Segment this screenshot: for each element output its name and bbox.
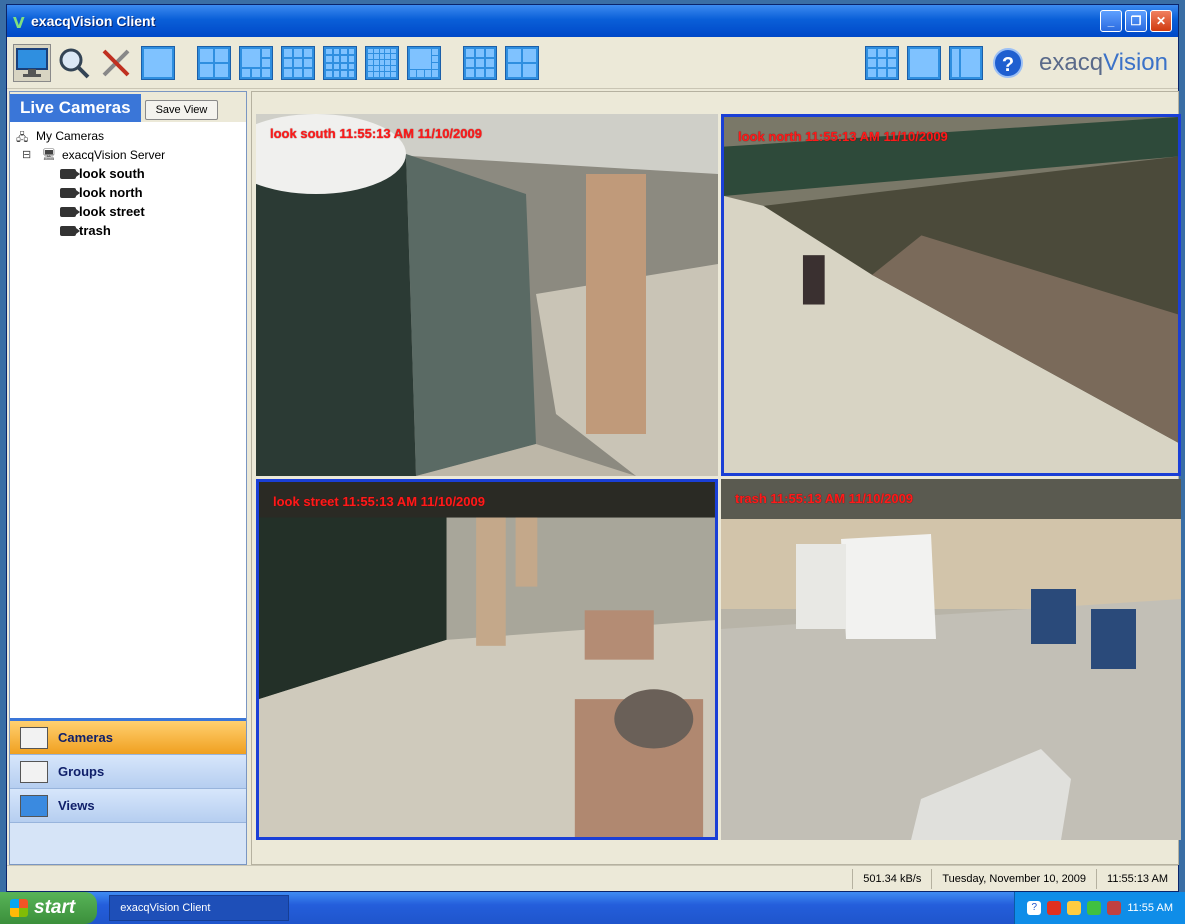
- camera-overlay-text: look south 11:55:13 AM 11/10/2009: [270, 126, 482, 141]
- camera-icon: [60, 225, 80, 236]
- fit-button[interactable]: [863, 44, 901, 82]
- camera-overlay-text: look north 11:55:13 AM 11/10/2009: [738, 129, 948, 144]
- camera-feed-image: [724, 117, 1178, 473]
- camera-icon: [20, 726, 48, 749]
- magnifier-icon: [59, 48, 90, 78]
- network-icon: 🖧: [16, 131, 29, 144]
- nav-views[interactable]: Views: [10, 789, 246, 823]
- toggle-panel-button[interactable]: [947, 44, 985, 82]
- layout-custom-icon: [407, 45, 441, 80]
- layout-wide-icon: [463, 45, 497, 80]
- close-button[interactable]: ✕: [1150, 10, 1172, 32]
- group-icon: [20, 760, 48, 783]
- layout-5x5-icon: [365, 45, 399, 80]
- camera-tree: 🖧 My Cameras ⊟ 🖥 exacqVision Server look…: [10, 122, 246, 244]
- panel-toggle-icon: [949, 45, 984, 80]
- status-date: Tuesday, November 10, 2009: [931, 868, 1096, 889]
- search-button[interactable]: [55, 44, 93, 82]
- status-time: 11:55:13 AM: [1096, 868, 1178, 889]
- tray-clock[interactable]: 11:55 AM: [1127, 902, 1173, 914]
- title-bar[interactable]: V exacqVision Client _ ❐ ✕: [7, 5, 1178, 37]
- layout-5x5-button[interactable]: [363, 44, 401, 82]
- layout-3x3-button[interactable]: [279, 44, 317, 82]
- camera-feed-image: [721, 479, 1181, 840]
- tree-camera-look-street[interactable]: look street: [16, 202, 240, 221]
- camera-icon: [60, 206, 80, 217]
- monitor-icon: [16, 47, 48, 77]
- fullscreen-icon: [907, 45, 942, 80]
- camera-overlay-text: trash 11:55:13 AM 11/10/2009: [735, 491, 914, 506]
- window-title: exacqVision Client: [31, 13, 156, 29]
- tree-camera-look-north[interactable]: look north: [16, 183, 240, 202]
- tree-camera-look-south[interactable]: look south: [16, 164, 240, 183]
- start-button[interactable]: start: [0, 892, 98, 924]
- layout-1plus5-icon: [239, 45, 273, 80]
- server-icon: 🖥: [42, 148, 56, 161]
- live-view-button[interactable]: [13, 43, 51, 82]
- status-rate: 501.34 kB/s: [852, 868, 931, 889]
- layout-1x1-button[interactable]: [139, 44, 177, 82]
- video-tile-look-north[interactable]: look north 11:55:13 AM 11/10/2009: [721, 114, 1181, 476]
- help-icon: ?: [993, 47, 1024, 78]
- sidebar: Live Cameras Save View 🖧 My Cameras ⊟ 🖥 …: [9, 91, 247, 865]
- camera-icon: [60, 187, 80, 198]
- layout-quad-button[interactable]: [503, 44, 541, 82]
- maximize-button[interactable]: ❐: [1125, 10, 1147, 32]
- windows-flag-icon: [10, 899, 28, 917]
- live-cameras-tab[interactable]: Live Cameras: [10, 94, 141, 122]
- layout-1plus5-button[interactable]: [237, 44, 275, 82]
- minimize-button[interactable]: _: [1100, 10, 1122, 32]
- views-icon: [20, 794, 48, 817]
- layout-4x4-button[interactable]: [321, 44, 359, 82]
- layout-wide-button[interactable]: [461, 44, 499, 82]
- config-button[interactable]: [97, 44, 135, 82]
- camera-icon: [60, 168, 80, 179]
- video-grid: look south 11:55:13 AM 11/10/2009 look n…: [256, 114, 1181, 840]
- taskbar-item-exacqvision[interactable]: exacqVision Client: [109, 895, 290, 921]
- camera-overlay-text: look street 11:55:13 AM 11/10/2009: [273, 494, 485, 509]
- video-tile-trash[interactable]: trash 11:55:13 AM 11/10/2009: [721, 479, 1181, 840]
- status-bar: 501.34 kB/s Tuesday, November 10, 2009 1…: [7, 865, 1178, 891]
- taskbar: start exacqVision Client ? 11:55 AM: [0, 892, 1185, 924]
- layout-3x3-icon: [281, 45, 315, 80]
- exacqvision-logo: exacqVision: [1039, 48, 1168, 76]
- video-tile-look-south[interactable]: look south 11:55:13 AM 11/10/2009: [256, 114, 718, 476]
- help-tray-icon[interactable]: ?: [1027, 901, 1042, 915]
- layout-custom-button[interactable]: [405, 44, 443, 82]
- layout-quad-icon: [505, 45, 539, 80]
- security-tray-icon[interactable]: [1047, 901, 1062, 915]
- tree-server[interactable]: ⊟ 🖥 exacqVision Server: [16, 145, 240, 164]
- tree-root[interactable]: 🖧 My Cameras: [16, 126, 240, 145]
- update-tray-icon[interactable]: [1087, 901, 1102, 915]
- collapse-icon[interactable]: ⊟: [22, 148, 38, 162]
- tools-icon: [102, 49, 130, 76]
- app-window: V exacqVision Client _ ❐ ✕ ? exacqVision…: [6, 4, 1181, 892]
- toolbar: ? exacqVision: [7, 37, 1178, 89]
- expand-arrows-icon: [865, 45, 900, 80]
- app-logo-icon: V: [13, 14, 25, 32]
- layout-4x4-icon: [323, 45, 357, 80]
- nav-cameras[interactable]: Cameras: [10, 721, 246, 755]
- help-button[interactable]: ?: [989, 44, 1027, 82]
- layout-1x1-icon: [141, 45, 175, 80]
- tree-camera-trash[interactable]: trash: [16, 221, 240, 240]
- fullscreen-button[interactable]: [905, 44, 943, 82]
- camera-feed-image: [259, 482, 715, 837]
- video-area: look south 11:55:13 AM 11/10/2009 look n…: [251, 91, 1181, 865]
- nav-panel: Cameras Groups Views: [10, 718, 246, 864]
- system-tray: ? 11:55 AM: [1014, 892, 1185, 924]
- layout-2x2-icon: [197, 45, 231, 80]
- video-tile-look-street[interactable]: look street 11:55:13 AM 11/10/2009: [256, 479, 718, 840]
- save-view-button[interactable]: Save View: [144, 100, 219, 120]
- nav-groups[interactable]: Groups: [10, 755, 246, 789]
- network-tray-icon[interactable]: [1067, 901, 1082, 915]
- layout-2x2-button[interactable]: [195, 44, 233, 82]
- volume-tray-icon[interactable]: [1107, 901, 1122, 915]
- camera-feed-image: [256, 114, 718, 476]
